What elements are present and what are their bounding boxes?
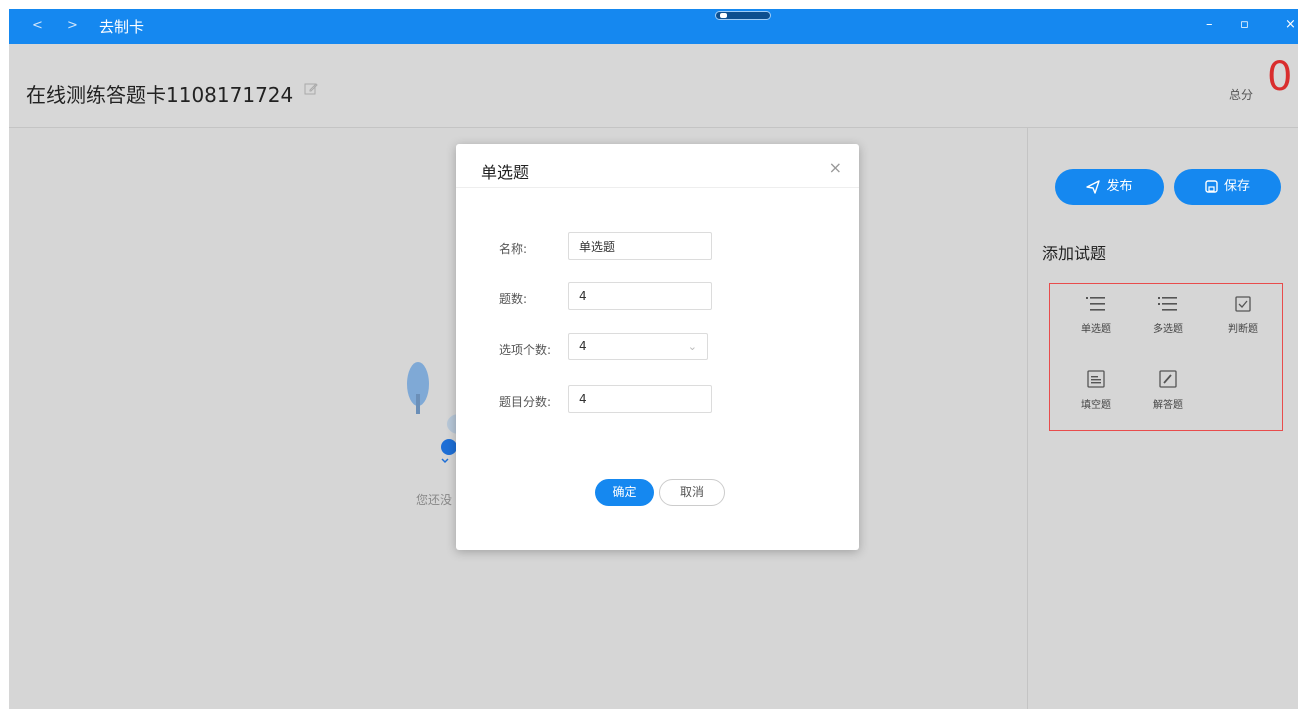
multiple-choice-type[interactable]: 多选题 bbox=[1138, 296, 1198, 335]
question-dialog: 单选题 × 名称: 题数: 选项个数: 4 ⌄ 题目分数: 确定 取消 bbox=[456, 144, 859, 550]
question-type-panel: 单选题 多选题 判断题 填空题 解答题 bbox=[1049, 283, 1283, 431]
maximize-button[interactable]: ▫ bbox=[1240, 17, 1249, 32]
options-count-label: 选项个数: bbox=[499, 343, 552, 357]
true-false-type[interactable]: 判断题 bbox=[1213, 296, 1273, 335]
empty-state-illustration bbox=[407, 362, 464, 464]
list-icon bbox=[1086, 297, 1105, 311]
essay-type[interactable]: 解答题 bbox=[1138, 370, 1198, 411]
drag-handle[interactable] bbox=[715, 11, 771, 20]
close-button[interactable]: × bbox=[1285, 17, 1296, 32]
save-label: 保存 bbox=[1223, 179, 1250, 194]
total-score-value: 0 bbox=[1267, 54, 1293, 100]
sidebar: 发布 保存 添加试题 单选题 多选题 判断题 填空题 解答题 bbox=[1027, 128, 1298, 709]
pen-box-icon bbox=[1159, 370, 1177, 388]
options-count-select[interactable]: 4 ⌄ bbox=[568, 333, 708, 360]
score-label: 题目分数: bbox=[499, 395, 552, 409]
chevron-down-icon: ⌄ bbox=[687, 340, 697, 353]
dialog-divider bbox=[456, 187, 859, 188]
count-label: 题数: bbox=[499, 292, 528, 306]
page-header: 在线测练答题卡1108171724 总分 0 bbox=[9, 44, 1298, 128]
dialog-title: 单选题 bbox=[481, 163, 530, 182]
publish-label: 发布 bbox=[1106, 179, 1133, 194]
drag-handle-icon bbox=[720, 13, 727, 18]
count-input[interactable] bbox=[568, 282, 712, 310]
cancel-button[interactable]: 取消 bbox=[659, 479, 725, 506]
score-input[interactable] bbox=[568, 385, 712, 413]
app-window: < > 去制卡 – ▫ × 在线测练答题卡1108171724 总分 0 您还没 bbox=[9, 9, 1298, 709]
save-button[interactable]: 保存 bbox=[1174, 169, 1281, 205]
close-icon[interactable]: × bbox=[829, 158, 842, 177]
multiple-choice-label: 多选题 bbox=[1153, 324, 1183, 335]
list-icon bbox=[1158, 297, 1177, 311]
fill-blank-icon bbox=[1087, 370, 1105, 388]
true-false-label: 判断题 bbox=[1228, 324, 1258, 335]
send-icon bbox=[1086, 179, 1101, 194]
fill-blank-type[interactable]: 填空题 bbox=[1066, 370, 1126, 411]
title-bar: < > 去制卡 – ▫ × bbox=[9, 9, 1298, 44]
essay-label: 解答题 bbox=[1153, 400, 1183, 411]
window-title: 去制卡 bbox=[99, 18, 145, 36]
edit-icon[interactable] bbox=[303, 81, 319, 97]
total-score-label: 总分 bbox=[1229, 88, 1254, 102]
checkbox-icon bbox=[1235, 296, 1251, 312]
options-count-value: 4 bbox=[579, 339, 587, 353]
save-icon bbox=[1205, 180, 1218, 193]
add-question-heading: 添加试题 bbox=[1042, 244, 1107, 263]
single-choice-label: 单选题 bbox=[1081, 324, 1111, 335]
name-input[interactable] bbox=[568, 232, 712, 260]
single-choice-type[interactable]: 单选题 bbox=[1066, 296, 1126, 335]
confirm-button[interactable]: 确定 bbox=[595, 479, 654, 506]
minimize-button[interactable]: – bbox=[1206, 17, 1213, 32]
empty-state-text: 您还没 bbox=[416, 493, 453, 507]
fill-blank-label: 填空题 bbox=[1081, 400, 1111, 411]
forward-button[interactable]: > bbox=[67, 18, 78, 33]
page-title: 在线测练答题卡1108171724 bbox=[26, 83, 294, 107]
publish-button[interactable]: 发布 bbox=[1055, 169, 1164, 205]
back-button[interactable]: < bbox=[32, 18, 43, 33]
name-label: 名称: bbox=[499, 242, 528, 256]
